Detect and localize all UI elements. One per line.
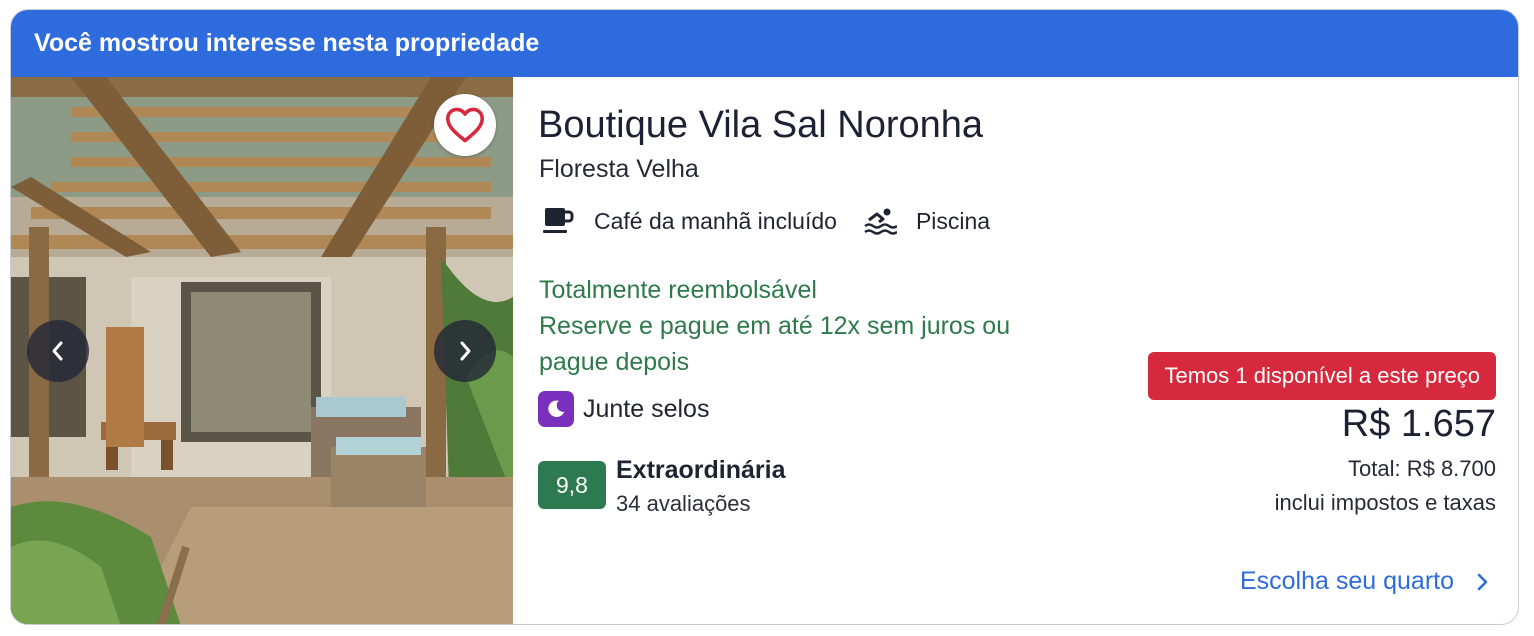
total-price: Total: R$ 8.700: [1348, 456, 1496, 481]
availability-alert: Temos 1 disponível a este preço: [1148, 352, 1496, 400]
amenity-breakfast: Café da manhã incluído: [541, 206, 837, 236]
pool-swimmer-icon: [864, 208, 897, 235]
property-neighborhood: Floresta Velha: [539, 155, 699, 183]
payment-terms-line1: Reserve e pague em até 12x sem juros ou: [539, 312, 1011, 340]
taxes-note: inclui impostos e taxas: [1274, 490, 1496, 515]
heart-outline-icon: [446, 107, 484, 143]
next-photo-button[interactable]: [434, 320, 496, 382]
choose-room-link[interactable]: Escolha seu quarto: [1240, 567, 1490, 596]
amenity-pool: Piscina: [863, 206, 990, 236]
previous-photo-button[interactable]: [27, 320, 89, 382]
chevron-left-icon: [52, 341, 63, 361]
amenity-label: Piscina: [915, 207, 991, 234]
coffee-cup-icon: [543, 208, 574, 233]
interest-banner: Você mostrou interesse nesta propriedade: [11, 10, 1518, 77]
nightly-price: R$ 1.657: [1341, 403, 1496, 445]
stamps-label: Junte selos: [583, 394, 710, 423]
rating-label: Extraordinária: [616, 456, 786, 484]
amenities-list: Café da manhã incluído Piscina: [541, 206, 990, 236]
amenity-label: Café da manhã incluído: [594, 207, 837, 234]
choose-room-label: Escolha seu quarto: [1239, 567, 1454, 595]
stamps-icon-badge: [538, 391, 574, 427]
chevron-right-icon: [1477, 573, 1488, 590]
stamps-badge: Junte selos: [538, 391, 709, 427]
moon-icon: [548, 400, 565, 417]
property-photo-gallery[interactable]: [11, 77, 513, 624]
property-name[interactable]: Boutique Vila Sal Noronha: [538, 104, 983, 147]
refund-policy: Totalmente reembolsável: [539, 276, 817, 304]
review-count: 34 avaliações: [616, 491, 751, 516]
payment-terms-line2: pague depois: [539, 348, 690, 376]
guest-rating: 9,8 Extraordinária 34 avaliações: [538, 456, 786, 517]
rating-score-badge: 9,8: [538, 461, 606, 509]
interest-banner-text: Você mostrou interesse nesta propriedade: [34, 29, 540, 57]
favorite-button[interactable]: [434, 94, 496, 156]
property-card[interactable]: Você mostrou interesse nesta propriedade: [10, 9, 1519, 625]
chevron-right-icon: [460, 341, 471, 361]
rating-text: Extraordinária 34 avaliações: [616, 456, 786, 517]
